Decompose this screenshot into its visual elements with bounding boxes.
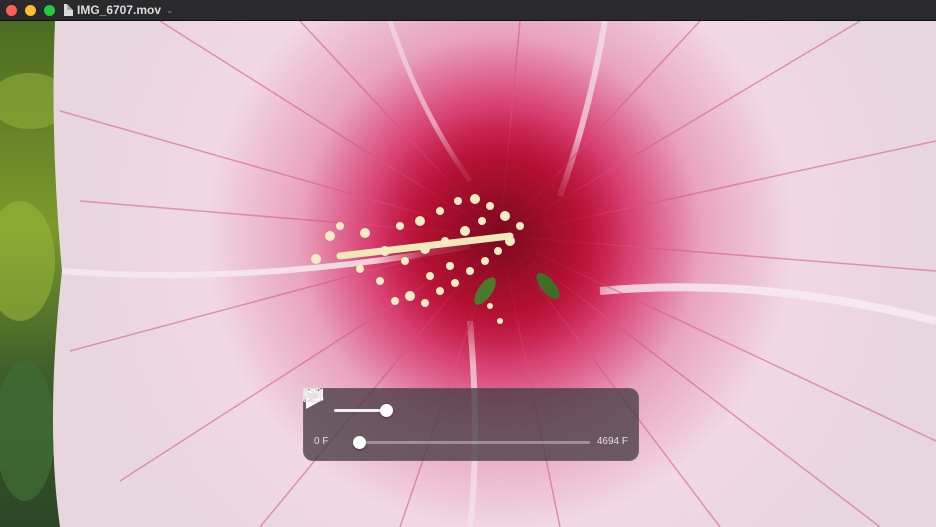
window-title: IMG_6707.mov	[77, 3, 162, 17]
window-controls	[6, 4, 55, 16]
close-button[interactable]	[6, 4, 17, 16]
minimize-button[interactable]	[25, 4, 36, 16]
volume-level-fill	[334, 409, 387, 412]
movie-file-icon[interactable]	[64, 4, 73, 16]
zoom-button[interactable]	[44, 4, 55, 16]
chevron-down-icon[interactable]: ⌄	[166, 5, 174, 16]
current-time-label: 0 F	[314, 436, 329, 447]
total-time-label: 4694 F	[596, 436, 628, 447]
double-chevron-right-icon[interactable]	[303, 388, 317, 400]
volume-slider-knob[interactable]	[379, 404, 393, 417]
playback-controls-hud: 0 F 4694 F	[303, 388, 639, 461]
timeline-scrubber[interactable]	[353, 436, 590, 449]
window-title-menu[interactable]: IMG_6707.mov ⌄	[64, 3, 174, 17]
timeline-playhead[interactable]	[353, 436, 366, 449]
volume-slider[interactable]	[334, 404, 393, 417]
video-frame[interactable]: 0 F 4694 F	[0, 21, 936, 527]
title-bar: IMG_6707.mov ⌄	[0, 0, 936, 21]
